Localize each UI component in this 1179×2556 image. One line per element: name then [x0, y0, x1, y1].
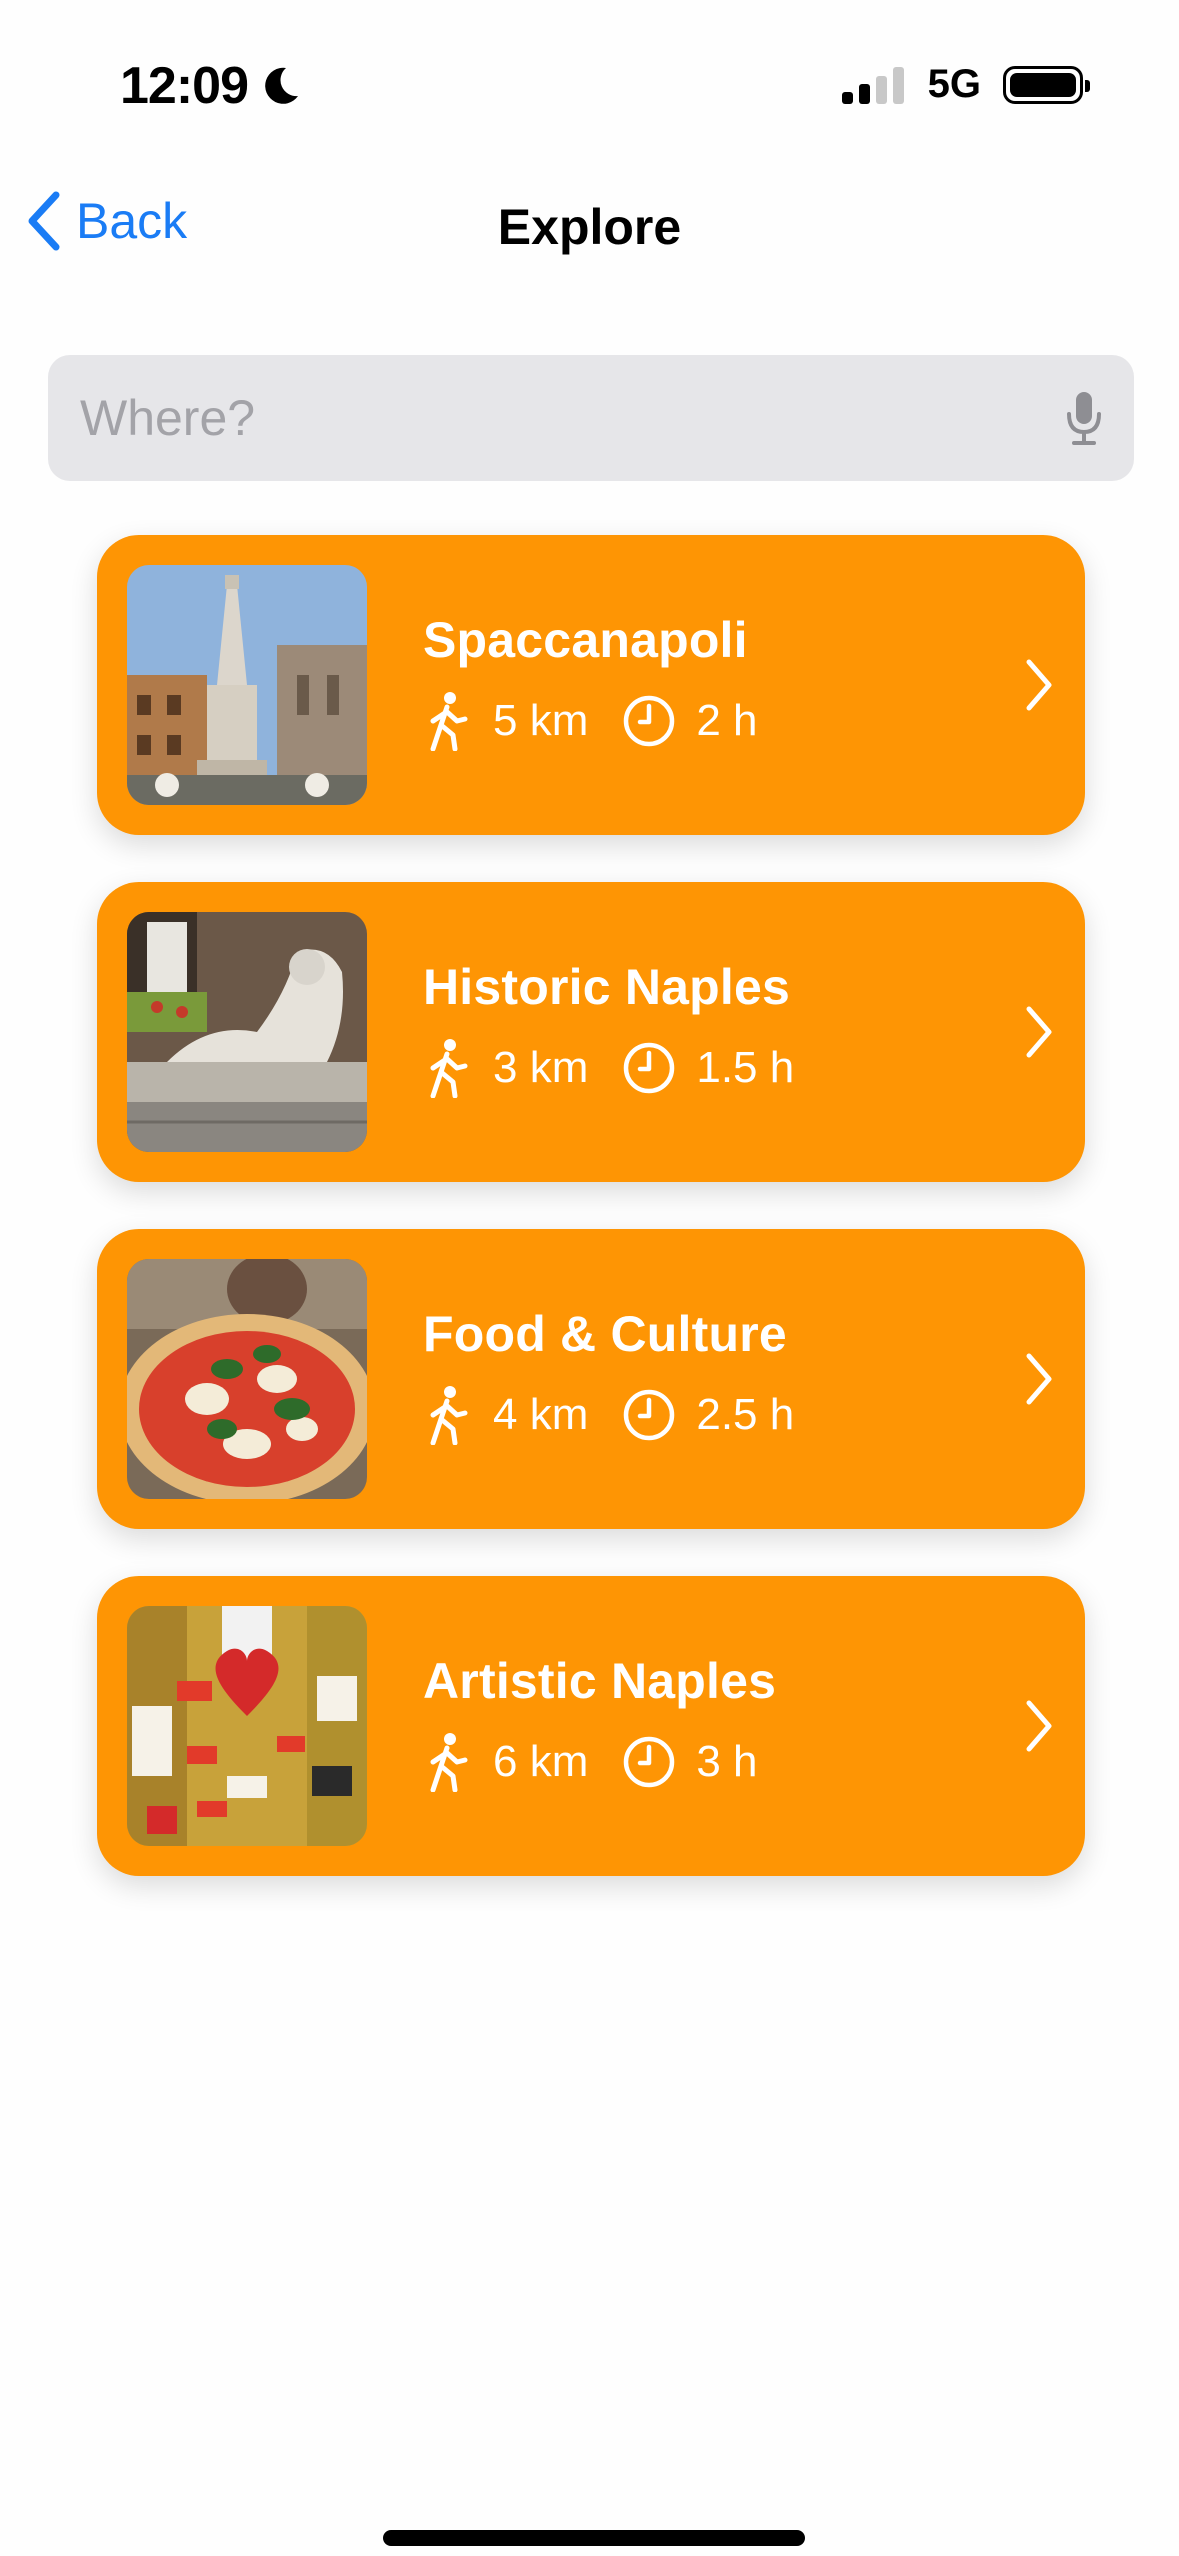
network-label: 5G [927, 62, 981, 106]
tour-duration: 2.5 h [696, 1390, 795, 1439]
clock-icon [624, 695, 675, 747]
microphone-icon[interactable] [1064, 388, 1104, 448]
tour-info: Artistic Naples 6 km 3 h [423, 1652, 776, 1792]
tour-card-artistic-naples[interactable]: Artistic Naples 6 km 3 h [97, 1576, 1085, 1876]
pizza-photo [127, 1259, 367, 1499]
status-indicators: 5G [841, 62, 1090, 107]
tour-distance: 6 km [493, 1737, 589, 1786]
tour-distance: 3 km [493, 1043, 589, 1092]
tour-list: Spaccanapoli 5 km 2 h Historic Naples 3 … [97, 535, 1085, 1923]
tour-title: Spaccanapoli [423, 612, 748, 668]
tour-duration: 1.5 h [696, 1043, 795, 1092]
clock-icon [624, 1736, 675, 1788]
chevron-right-icon [1026, 1353, 1052, 1405]
search-bar[interactable] [48, 355, 1134, 481]
tour-meta: 3 km 1.5 h [423, 1038, 794, 1098]
home-indicator[interactable] [383, 2530, 805, 2546]
tour-thumbnail [127, 912, 367, 1152]
tour-distance: 4 km [493, 1390, 589, 1439]
tour-title: Food & Culture [423, 1306, 787, 1362]
clock-icon [624, 1042, 675, 1094]
signal-icon [841, 66, 904, 104]
street-art-photo [127, 1606, 367, 1846]
tour-title: Historic Naples [423, 959, 791, 1015]
tour-card-spaccanapoli[interactable]: Spaccanapoli 5 km 2 h [97, 535, 1085, 835]
page-title: Explore [497, 199, 682, 255]
navigation-bar: Back Explore [0, 170, 1179, 290]
tour-meta: 4 km 2.5 h [423, 1385, 794, 1445]
battery-icon [1003, 65, 1090, 104]
tour-info: Historic Naples 3 km 1.5 h [423, 958, 794, 1098]
obelisk-photo [127, 565, 367, 805]
tour-meta: 5 km 2 h [423, 691, 758, 751]
tour-card-food-culture[interactable]: Food & Culture 4 km 2.5 h [97, 1229, 1085, 1529]
status-bar: 12:09 5G [0, 0, 1179, 170]
clock-icon [624, 1389, 675, 1441]
tour-thumbnail [127, 1259, 367, 1499]
tour-duration: 3 h [696, 1737, 758, 1786]
status-time-text: 12:09 [120, 57, 249, 115]
tour-distance: 5 km [493, 696, 589, 745]
tour-info: Spaccanapoli 5 km 2 h [423, 611, 758, 751]
chevron-right-icon [1026, 659, 1052, 711]
walking-icon [430, 1733, 468, 1792]
chevron-right-icon [1026, 1006, 1052, 1058]
tour-title: Artistic Naples [423, 1653, 777, 1709]
tour-thumbnail [127, 565, 367, 805]
walking-icon [430, 692, 468, 751]
walking-icon [430, 1039, 468, 1098]
search-input[interactable] [80, 389, 1064, 447]
status-time: 12:09 [120, 56, 302, 116]
screen: 12:09 5G Back Explore Where? Spaccanapol… [0, 0, 1179, 2556]
tour-card-historic-naples[interactable]: Historic Naples 3 km 1.5 h [97, 882, 1085, 1182]
tour-meta: 6 km 3 h [423, 1732, 776, 1792]
tour-thumbnail [127, 1606, 367, 1846]
tour-info: Food & Culture 4 km 2.5 h [423, 1305, 794, 1445]
tour-duration: 2 h [696, 696, 758, 745]
walking-icon [430, 1386, 468, 1445]
moon-icon [265, 67, 298, 104]
chevron-right-icon [1026, 1700, 1052, 1752]
statue-photo [127, 912, 367, 1152]
